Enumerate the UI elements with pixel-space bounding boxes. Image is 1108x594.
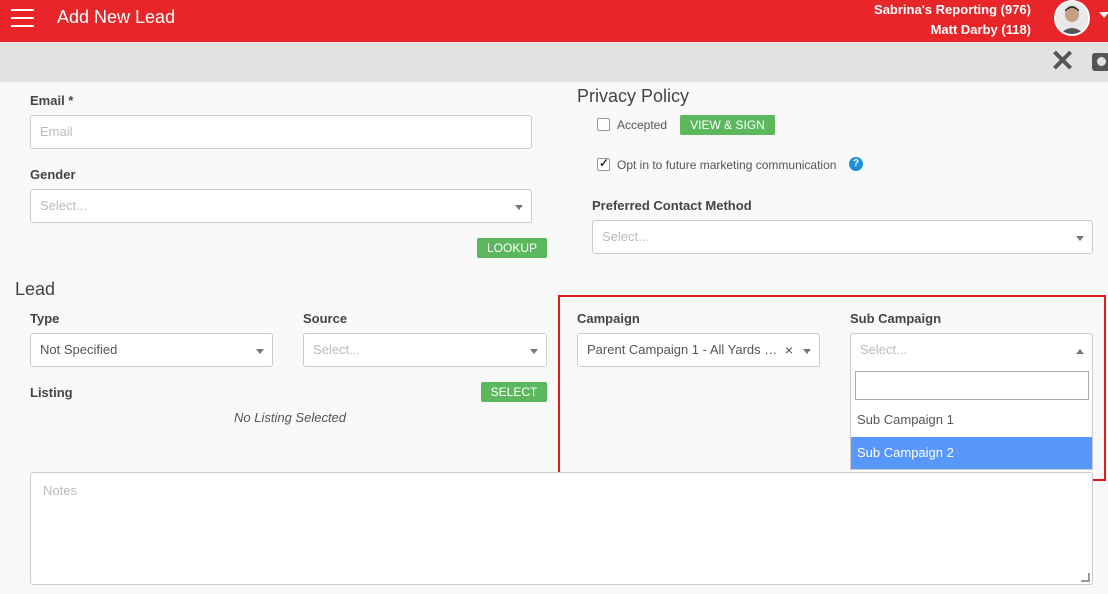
user-info[interactable]: Sabrina's Reporting (976) Matt Darby (11… xyxy=(874,0,1031,40)
email-field[interactable]: Email xyxy=(30,115,532,149)
app-header: Add New Lead Sabrina's Reporting (976) M… xyxy=(0,0,1108,42)
user-photo-icon xyxy=(1056,2,1088,34)
accepted-label: Accepted xyxy=(617,118,668,132)
notes-placeholder: Notes xyxy=(43,483,77,498)
chevron-down-icon xyxy=(515,205,523,210)
listing-label: Listing xyxy=(30,385,73,400)
chevron-down-icon[interactable] xyxy=(1099,12,1108,18)
preferred-contact-label: Preferred Contact Method xyxy=(592,198,752,213)
email-label: Email * xyxy=(30,93,74,108)
chevron-down-icon xyxy=(1076,236,1084,241)
chevron-down-icon xyxy=(530,349,538,354)
annotation-highlight-box xyxy=(558,295,1106,481)
type-label: Type xyxy=(30,311,60,326)
page-title: Add New Lead xyxy=(57,7,176,27)
source-select[interactable]: Select... xyxy=(303,333,547,367)
no-listing-text: No Listing Selected xyxy=(234,410,347,425)
preferred-contact-select[interactable]: Select... xyxy=(592,220,1093,254)
user-name-link[interactable]: Matt Darby (118) xyxy=(874,20,1031,40)
accepted-checkbox[interactable] xyxy=(597,118,610,131)
resize-handle-icon[interactable] xyxy=(1081,573,1090,582)
gender-select[interactable]: Select... xyxy=(30,189,532,223)
lead-section-title: Lead xyxy=(15,279,56,299)
preferred-contact-value: Select... xyxy=(602,229,649,244)
gender-label: Gender xyxy=(30,167,76,182)
privacy-policy-title: Privacy Policy xyxy=(577,86,690,106)
toolbar: ✕ xyxy=(0,42,1108,82)
gender-select-value: Select... xyxy=(40,198,87,213)
opt-in-label: Opt in to future marketing communication xyxy=(617,158,837,172)
type-select-value: Not Specified xyxy=(40,342,118,357)
hamburger-menu-icon[interactable] xyxy=(11,9,34,27)
avatar[interactable] xyxy=(1054,0,1090,36)
help-icon[interactable]: ? xyxy=(849,157,863,171)
camera-icon[interactable] xyxy=(1092,53,1108,71)
notes-textarea[interactable]: Notes xyxy=(30,472,1093,585)
chevron-down-icon xyxy=(256,349,264,354)
source-label: Source xyxy=(303,311,348,326)
lookup-button[interactable]: LOOKUP xyxy=(477,238,547,258)
select-listing-button[interactable]: SELECT xyxy=(481,382,547,402)
view-sign-button[interactable]: VIEW & SIGN xyxy=(680,115,775,135)
reporting-link[interactable]: Sabrina's Reporting (976) xyxy=(874,0,1031,20)
type-select[interactable]: Not Specified xyxy=(30,333,273,367)
source-select-value: Select... xyxy=(313,342,360,357)
opt-in-checkbox[interactable] xyxy=(597,156,610,171)
close-icon[interactable]: ✕ xyxy=(1050,47,1075,77)
